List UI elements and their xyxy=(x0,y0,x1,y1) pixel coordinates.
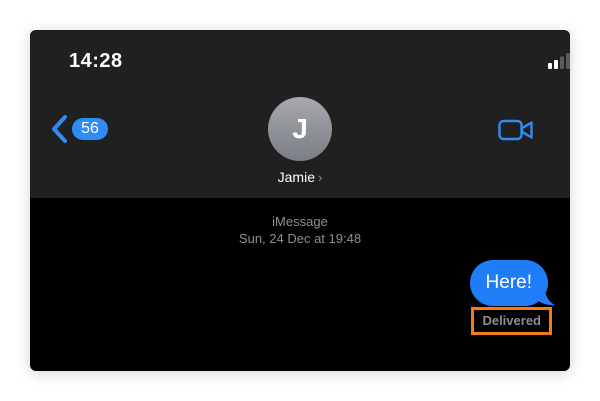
message-timestamp: Sun, 24 Dec at 19:48 xyxy=(238,231,362,246)
chevron-right-icon: › xyxy=(318,170,323,185)
video-camera-icon[interactable] xyxy=(498,118,534,142)
chevron-left-icon xyxy=(52,115,67,143)
message-bubble-outgoing[interactable]: Here! xyxy=(469,260,555,306)
status-bar-time: 14:28 xyxy=(69,50,123,72)
contact-avatar[interactable]: J xyxy=(268,97,332,161)
contact-name: Jamie xyxy=(277,169,315,185)
delivery-status: Delivered xyxy=(471,307,552,335)
conversation-header: 14:28 56 J Jamie › xyxy=(30,30,570,198)
cellular-signal-icon xyxy=(548,53,570,69)
unread-count-badge: 56 xyxy=(72,118,108,140)
back-button[interactable]: 56 xyxy=(50,112,110,146)
contact-name-button[interactable]: Jamie › xyxy=(250,168,350,187)
message-text: Here! xyxy=(469,260,548,306)
messages-window: 14:28 56 J Jamie › iMessage Sun, 24 Dec … xyxy=(30,30,570,371)
service-label: iMessage xyxy=(272,214,328,229)
